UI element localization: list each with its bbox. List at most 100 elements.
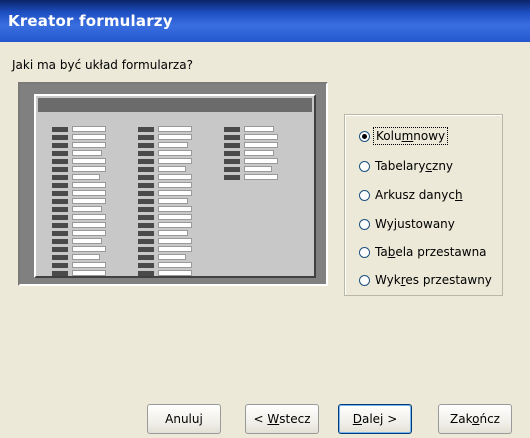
preview-field-label (52, 159, 68, 164)
cancel-label: Anuluj (165, 412, 203, 426)
preview-field-label (138, 239, 154, 244)
preview-field-box (244, 142, 278, 148)
option-pivottable[interactable]: Tabela przestawna (359, 243, 487, 261)
preview-field-label (224, 143, 240, 148)
radio-icon[interactable] (359, 160, 370, 172)
preview-field-label (224, 175, 240, 180)
cancel-button[interactable]: Anuluj (147, 404, 221, 434)
preview-field-label (52, 263, 68, 268)
preview-field-box (158, 150, 192, 156)
preview-field-box (158, 142, 188, 148)
radio-icon[interactable] (359, 130, 370, 142)
preview-field-box (244, 158, 278, 164)
preview-field-label (224, 167, 240, 172)
preview-field-box (72, 270, 106, 276)
preview-field-box (72, 150, 102, 156)
preview-field-box (158, 134, 192, 140)
finish-button[interactable]: Zakończ (438, 404, 512, 434)
preview-field-box (158, 254, 186, 260)
finish-label: Zakończ (450, 412, 500, 426)
preview-field-box (72, 126, 106, 132)
option-datasheet[interactable]: Arkusz danych (359, 186, 463, 204)
preview-field-box (72, 134, 106, 140)
preview-field-box (158, 238, 192, 244)
preview-field-label (52, 247, 68, 252)
preview-field-label (52, 231, 68, 236)
preview-field-box (72, 182, 106, 188)
preview-field-box (244, 150, 274, 156)
preview-header-bar (38, 98, 312, 112)
preview-field-box (158, 246, 192, 252)
back-label: < Wstecz (253, 412, 311, 426)
radio-icon[interactable] (359, 274, 370, 286)
option-label: Kolumnowy (372, 127, 449, 145)
preview-field-box (158, 230, 188, 236)
preview-field-box (72, 246, 106, 252)
preview-field-label (52, 151, 68, 156)
layout-preview (18, 82, 328, 286)
preview-field-label (52, 167, 68, 172)
preview-field-box (72, 158, 106, 164)
preview-field-label (138, 215, 154, 220)
preview-field-box (158, 174, 192, 180)
radio-icon[interactable] (359, 218, 370, 230)
preview-field-label (52, 199, 68, 204)
preview-field-box (244, 166, 272, 172)
next-button[interactable]: Dalej > (338, 404, 412, 434)
preview-field-label (52, 175, 68, 180)
option-justified[interactable]: Wyjustowany (359, 215, 455, 233)
preview-field-label (138, 167, 154, 172)
preview-field-label (138, 247, 154, 252)
preview-field-box (72, 222, 106, 228)
preview-field-label (52, 239, 68, 244)
next-label: Dalej > (352, 412, 398, 426)
preview-field-box (158, 262, 192, 268)
preview-field-label (138, 143, 154, 148)
option-columnar[interactable]: Kolumnowy (359, 127, 449, 145)
preview-field-label (138, 191, 154, 196)
preview-field-box (158, 166, 186, 172)
preview-field-label (138, 183, 154, 188)
option-pivotchart[interactable]: Wykres przestawny (359, 271, 492, 289)
preview-field-box (72, 174, 100, 180)
back-button[interactable]: < Wstecz (245, 404, 319, 434)
radio-icon[interactable] (359, 246, 370, 258)
title-bar: Kreator formularzy (0, 0, 530, 42)
preview-field-label (52, 191, 68, 196)
preview-field-label (52, 135, 68, 140)
preview-field-box (158, 182, 192, 188)
preview-field-box (158, 158, 192, 164)
preview-field-box (72, 262, 106, 268)
preview-field-box (72, 230, 106, 236)
preview-field-label (224, 151, 240, 156)
preview-field-box (72, 142, 106, 148)
preview-field-box (158, 126, 192, 132)
preview-field-label (138, 199, 154, 204)
preview-field-box (158, 198, 188, 204)
preview-field-label (138, 231, 154, 236)
preview-field-box (158, 214, 192, 220)
preview-form (34, 94, 316, 278)
layout-question: Jaki ma być układ formularza? (12, 58, 193, 72)
option-tabular[interactable]: Tabelaryczny (359, 157, 453, 175)
option-label: Tabelaryczny (375, 159, 454, 173)
preview-field-label (138, 255, 154, 260)
preview-field-box (72, 190, 106, 196)
preview-field-label (138, 127, 154, 132)
preview-field-label (138, 159, 154, 164)
preview-field-label (138, 271, 154, 276)
preview-field-label (52, 127, 68, 132)
preview-field-box (72, 166, 106, 172)
preview-field-label (138, 175, 154, 180)
preview-field-label (224, 135, 240, 140)
preview-field-label (138, 263, 154, 268)
preview-field-label (52, 143, 68, 148)
preview-field-box (72, 254, 100, 260)
preview-field-label (224, 159, 240, 164)
preview-field-label (52, 271, 68, 276)
preview-field-label (138, 223, 154, 228)
option-label: Wykres przestawny (375, 273, 492, 287)
preview-field-box (72, 198, 106, 204)
radio-icon[interactable] (359, 189, 370, 201)
preview-field-label (52, 223, 68, 228)
